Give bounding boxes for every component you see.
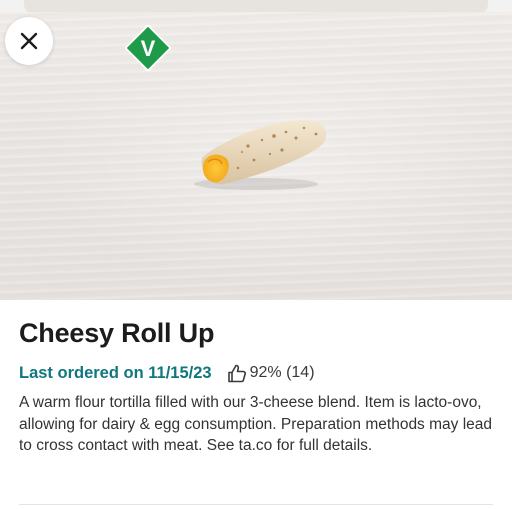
rating: 92% (14) — [227, 364, 315, 383]
item-meta-row: Last ordered on 11/15/23 92% (14) — [19, 362, 315, 384]
rating-value: 92% (14) — [249, 364, 315, 381]
close-icon — [20, 32, 38, 50]
last-ordered-text: Last ordered on 11/15/23 — [19, 363, 212, 382]
cheesy-roll-up-image — [194, 119, 327, 190]
thumbs-up-icon — [227, 364, 246, 382]
item-description: A warm flour tortilla filled with our 3-… — [19, 394, 493, 454]
section-divider — [19, 504, 493, 505]
item-detail-sheet: V Cheesy Roll Up Last ordered on 11/15/2… — [0, 0, 512, 509]
vegetarian-badge-icon: V — [125, 25, 171, 71]
item-hero-image — [0, 12, 512, 300]
close-button[interactable] — [5, 17, 53, 65]
item-details: Cheesy Roll Up Last ordered on 11/15/23 … — [0, 300, 512, 509]
vegetarian-badge-letter: V — [141, 36, 156, 61]
item-title: Cheesy Roll Up — [19, 318, 215, 348]
